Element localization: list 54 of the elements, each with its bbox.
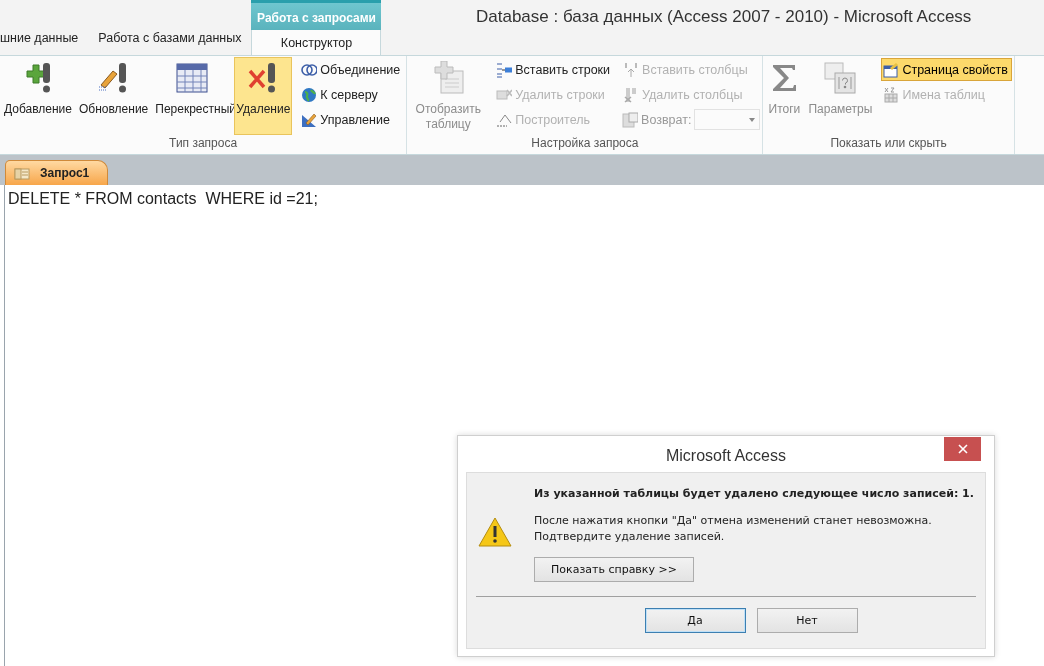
ribbon-button[interactable]: Перекрестный <box>153 57 232 135</box>
contextual-tab-header: Работа с запросами <box>251 0 382 30</box>
button-label: Построитель <box>515 112 590 127</box>
group-label: Настройка запроса <box>530 136 640 152</box>
rings-icon <box>301 61 318 78</box>
table-plus-icon <box>431 61 466 95</box>
property-sheet-icon <box>883 61 900 78</box>
globe-icon <box>301 86 318 103</box>
button-label: Объединение <box>320 62 401 77</box>
close-icon <box>957 444 968 454</box>
sql-text: DELETE * FROM contacts WHERE id =21; <box>7 189 319 208</box>
dialog-message: После нажатия кнопки "Да" отмена изменений станет невозможна. <box>534 513 933 529</box>
warning-icon <box>478 517 512 547</box>
ribbon-button[interactable]: Объединение <box>299 58 405 81</box>
dialog-heading: Из указанной таблицы будет удалено следующее число записей: 1. <box>534 487 974 500</box>
dialog-title: Microsoft Access <box>666 446 786 465</box>
group-label: Показать или скрыть <box>829 136 948 152</box>
dropdown-arrow-icon <box>749 117 756 122</box>
table-return-icon <box>622 111 639 128</box>
combo-label: Возврат: <box>641 112 692 127</box>
insert-columns-icon <box>623 61 640 78</box>
button-label: Страница свойств <box>902 62 1008 77</box>
insert-rows-icon <box>496 61 513 78</box>
ribbon-button[interactable]: Вставить строки <box>494 58 615 81</box>
table-names-icon <box>883 86 900 103</box>
query-icon <box>14 166 30 180</box>
button-label: К серверу <box>320 87 378 102</box>
ribbon-button[interactable]: Обновление <box>77 57 151 135</box>
button-label: Удалить строки <box>515 87 605 102</box>
window-title: Database : база данных (Access 2007 - 2010) - Microsoft Access <box>475 6 972 28</box>
dialog-button[interactable]: Нет <box>756 608 858 633</box>
ribbon-tab[interactable]: Конструктор <box>251 30 382 55</box>
window-question-icon <box>823 61 858 95</box>
help-button[interactable]: Показать справку >> <box>534 557 694 582</box>
button-label: Управление <box>320 112 390 127</box>
button-label: Вставить строки <box>515 62 611 77</box>
dropdown-field[interactable] <box>694 109 761 130</box>
ribbon-button[interactable]: Управление <box>299 108 405 131</box>
table-icon <box>175 61 210 95</box>
document-tab[interactable]: Запрос1 <box>5 160 109 185</box>
button-label: Имена таблиц <box>902 87 985 102</box>
ribbon-button[interactable]: Страница свойств <box>881 58 1012 81</box>
pencil-ruler-icon <box>301 111 318 128</box>
ribbon-button[interactable]: Удаление <box>234 57 293 135</box>
group-label: Тип запроса <box>168 136 239 152</box>
ribbon-tab[interactable]: шние данные <box>0 31 89 55</box>
dialog-message: Подтвердите удаление записей. <box>534 529 726 545</box>
close-button[interactable] <box>944 437 981 461</box>
ribbon-button[interactable]: К серверу <box>299 83 405 106</box>
ribbon-tab[interactable]: Работа с базами данных <box>88 31 252 55</box>
dialog-button[interactable]: Да <box>644 608 746 633</box>
button-label: Вставить столбцы <box>642 62 748 77</box>
button-label: Удалить столбцы <box>642 87 743 102</box>
ribbon-button[interactable]: Добавление <box>2 57 74 135</box>
